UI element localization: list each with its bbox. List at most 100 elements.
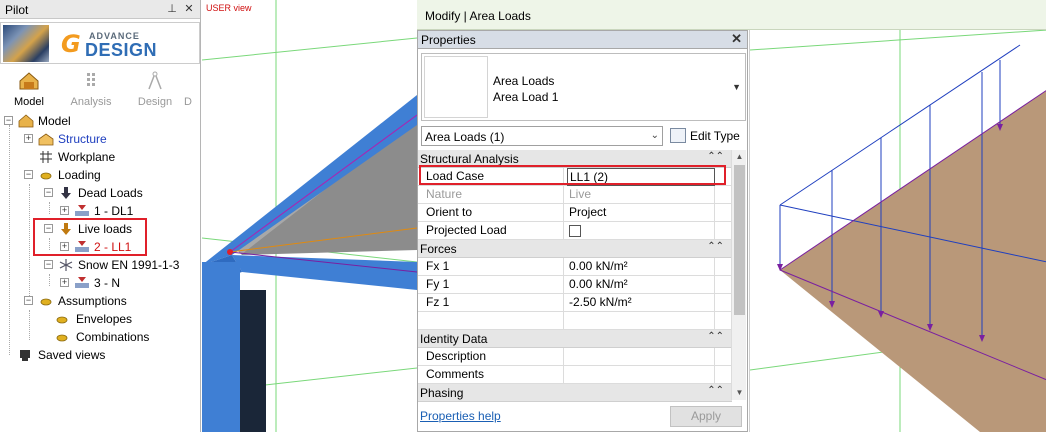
pin-icon[interactable]: ⊥ — [165, 2, 179, 16]
tree-label-workplane: Workplane — [58, 150, 116, 164]
fy1-field[interactable]: 0.00 kN/m² — [567, 276, 715, 294]
collapse-chevron-icon[interactable]: ⌃⌃ — [707, 151, 724, 162]
tree-label-loading: Loading — [58, 168, 101, 182]
group-phasing[interactable]: Phasing ⌃⌃ — [418, 384, 732, 402]
3d-viewport[interactable]: USER view — [202, 0, 417, 432]
tree-label-snow: Snow EN 1991-1-3 — [78, 258, 180, 272]
collapse-chevron-icon[interactable]: ⌃⌃ — [707, 385, 724, 396]
properties-scrollbar[interactable]: ▲ ▼ — [731, 150, 746, 400]
tree-label-envelopes: Envelopes — [76, 312, 133, 326]
tree-label-dead-loads: Dead Loads — [78, 186, 143, 200]
view-label: USER view — [206, 3, 252, 13]
3d-viewport-right[interactable] — [749, 30, 1046, 432]
close-icon[interactable]: ✕ — [182, 2, 196, 16]
load-case-icon — [75, 277, 89, 288]
row-key: Nature — [418, 186, 564, 204]
type-family: Area Loads — [493, 74, 555, 88]
group-identity-data[interactable]: Identity Data ⌃⌃ — [418, 330, 732, 348]
scroll-down-icon[interactable]: ▼ — [732, 386, 747, 400]
tab-model-label: Model — [14, 96, 44, 108]
compass-icon — [148, 71, 162, 90]
nature-value: Live — [567, 186, 715, 204]
row-key: Orient to — [418, 204, 564, 222]
tree-label-assumptions: Assumptions — [58, 294, 127, 308]
close-icon[interactable]: ✕ — [731, 31, 742, 47]
collapse-icon[interactable]: − — [44, 260, 53, 269]
edit-type-label: Edit Type — [690, 129, 740, 143]
row-key: Comments — [418, 366, 564, 384]
tree-label-n3: 3 - N — [94, 276, 121, 290]
row-spacer — [418, 312, 732, 330]
properties-grid: Structural Analysis ⌃⌃ Load Case LL1 (2)… — [418, 150, 732, 400]
fz1-field[interactable]: -2.50 kN/m² — [567, 294, 715, 312]
tab-d[interactable]: D — [176, 66, 200, 110]
chevron-down-icon: ⌄ — [650, 130, 659, 141]
assumptions-icon — [40, 298, 52, 306]
group-label: Forces — [420, 242, 457, 256]
properties-help-link[interactable]: Properties help — [420, 409, 501, 423]
collapse-chevron-icon[interactable]: ⌃⌃ — [707, 331, 724, 342]
row-fx1[interactable]: Fx 1 0.00 kN/m² — [418, 258, 732, 276]
row-fy1[interactable]: Fy 1 0.00 kN/m² — [418, 276, 732, 294]
row-comments[interactable]: Comments — [418, 366, 732, 384]
tab-analysis[interactable]: Analysis — [64, 66, 118, 110]
scroll-thumb[interactable] — [734, 165, 745, 315]
group-forces[interactable]: Forces ⌃⌃ — [418, 240, 732, 258]
viewport-scene — [202, 0, 417, 432]
collapse-chevron-icon[interactable]: ⌃⌃ — [707, 241, 724, 252]
edit-type-icon — [670, 128, 686, 143]
grid-dots-icon — [87, 73, 95, 86]
scroll-up-icon[interactable]: ▲ — [732, 150, 747, 164]
combinations-icon — [56, 334, 68, 342]
orient-to-field[interactable]: Project — [567, 204, 715, 222]
fx1-field[interactable]: 0.00 kN/m² — [567, 258, 715, 276]
workplane-grid-icon — [40, 151, 52, 163]
description-field[interactable] — [567, 348, 715, 366]
comments-field[interactable] — [567, 366, 715, 384]
load-case-highlight-box — [419, 165, 726, 185]
tree-label-saved-views: Saved views — [38, 348, 106, 362]
group-label: Structural Analysis — [420, 152, 519, 166]
properties-header: Properties ✕ — [418, 31, 747, 49]
collapse-icon[interactable]: − — [4, 116, 13, 125]
type-selector[interactable]: Area Loads Area Load 1 ▼ — [421, 53, 746, 121]
structure-icon — [38, 133, 54, 146]
row-key: Fy 1 — [418, 276, 564, 294]
pilot-panel: Pilot ⊥ ✕ G ADVANCE DESIGN Model Analysi… — [0, 0, 201, 432]
row-fz1[interactable]: Fz 1 -2.50 kN/m² — [418, 294, 732, 312]
type-name: Area Load 1 — [493, 90, 559, 104]
logo-image — [3, 25, 49, 62]
logo-design-text: DESIGN — [85, 40, 158, 60]
modify-context-strip: Modify | Area Loads — [417, 0, 1046, 30]
dropdown-arrow-icon[interactable]: ▼ — [732, 82, 741, 92]
pilot-title: Pilot — [5, 3, 29, 17]
tab-design-label: Design — [137, 96, 173, 108]
projected-load-checkbox[interactable] — [569, 225, 581, 237]
expand-icon[interactable]: + — [24, 134, 33, 143]
logo-g-icon: G — [61, 30, 81, 58]
row-key: Fx 1 — [418, 258, 564, 276]
edit-type-button[interactable]: Edit Type — [669, 126, 745, 146]
collapse-icon[interactable]: − — [44, 188, 53, 197]
tab-model[interactable]: Model — [2, 66, 56, 110]
instance-filter-dropdown[interactable]: Area Loads (1) ⌄ — [421, 126, 663, 146]
row-description[interactable]: Description — [418, 348, 732, 366]
tree-label-model: Model — [38, 114, 71, 128]
row-nature: Nature Live — [418, 186, 732, 204]
expand-icon[interactable]: + — [60, 206, 69, 215]
pilot-titlebar: Pilot ⊥ ✕ — [0, 0, 200, 19]
row-orient-to[interactable]: Orient to Project — [418, 204, 732, 222]
tree-label-combinations: Combinations — [76, 330, 150, 344]
row-key: Description — [418, 348, 564, 366]
row-projected-load[interactable]: Projected Load — [418, 222, 732, 240]
group-label: Identity Data — [420, 332, 488, 346]
tab-d-label: D — [184, 96, 192, 108]
load-case-icon — [75, 205, 89, 216]
collapse-icon[interactable]: − — [24, 170, 33, 179]
instance-filter-value: Area Loads (1) — [425, 130, 505, 144]
advance-design-logo: G ADVANCE DESIGN — [0, 22, 200, 64]
apply-button[interactable]: Apply — [670, 406, 742, 427]
expand-icon[interactable]: + — [60, 278, 69, 287]
collapse-icon[interactable]: − — [24, 296, 33, 305]
tab-design[interactable]: Design — [128, 66, 182, 110]
